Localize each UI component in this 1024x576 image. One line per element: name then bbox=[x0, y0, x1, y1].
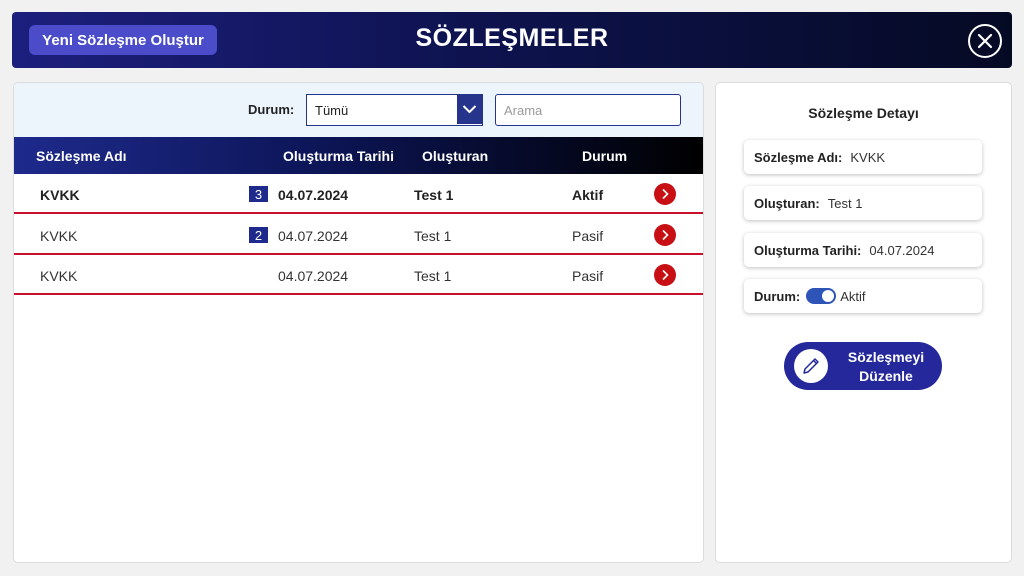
detail-creator-field: Oluşturan: Test 1 bbox=[744, 186, 982, 220]
row-status: Pasif bbox=[572, 228, 604, 244]
detail-creator-value: Test 1 bbox=[827, 195, 863, 211]
contracts-list-panel: Durum: Tümü Sözleşme Adı Oluşturma Tarih… bbox=[13, 82, 704, 563]
row-creator: Test 1 bbox=[414, 228, 452, 244]
row-date: 04.07.2024 bbox=[278, 268, 349, 284]
column-header-name: Sözleşme Adı bbox=[36, 148, 127, 164]
page-title: SÖZLEŞMELER bbox=[415, 24, 609, 52]
detail-date-value: 04.07.2024 bbox=[869, 242, 935, 258]
table-header: Sözleşme Adı Oluşturma Tarihi Oluşturan … bbox=[14, 137, 703, 174]
row-date: 04.07.2024 bbox=[278, 228, 349, 244]
column-header-status: Durum bbox=[582, 148, 628, 164]
column-header-creator: Oluşturan bbox=[422, 148, 489, 164]
chevron-down-icon bbox=[462, 105, 477, 114]
status-filter-dropdown[interactable]: Tümü bbox=[306, 94, 483, 126]
chevron-right-icon bbox=[662, 229, 669, 241]
contract-detail-panel: Sözleşme Detayı Sözleşme Adı: KVKK Oluşt… bbox=[715, 82, 1012, 563]
status-filter-value: Tümü bbox=[315, 103, 349, 118]
detail-date-field: Oluşturma Tarihi: 04.07.2024 bbox=[744, 233, 982, 267]
detail-status-label: Durum: bbox=[754, 288, 801, 304]
pencil-icon bbox=[803, 358, 819, 374]
edit-contract-button[interactable]: Sözleşmeyi Düzenle bbox=[784, 342, 942, 390]
table-row[interactable]: KVKK 04.07.2024 Test 1 Pasif bbox=[14, 255, 703, 295]
edit-button-label: Sözleşmeyi Düzenle bbox=[834, 348, 938, 386]
version-badge: 2 bbox=[249, 227, 268, 243]
detail-status-value: Aktif bbox=[840, 288, 866, 304]
detail-status-field: Durum: Aktif bbox=[744, 279, 982, 313]
filter-bar: Durum: Tümü bbox=[14, 83, 703, 137]
header-bar: Yeni Sözleşme Oluştur SÖZLEŞMELER bbox=[12, 12, 1012, 68]
row-open-button[interactable] bbox=[654, 183, 676, 205]
detail-name-field: Sözleşme Adı: KVKK bbox=[744, 140, 982, 174]
status-filter-label: Durum: bbox=[248, 102, 295, 117]
detail-creator-label: Oluşturan: bbox=[754, 195, 820, 211]
row-creator: Test 1 bbox=[414, 268, 452, 284]
row-name: KVKK bbox=[40, 268, 78, 284]
detail-name-value: KVKK bbox=[850, 149, 886, 165]
row-open-button[interactable] bbox=[654, 224, 676, 246]
row-name: KVKK bbox=[40, 187, 80, 203]
table-row[interactable]: KVKK 2 04.07.2024 Test 1 Pasif bbox=[14, 215, 703, 255]
table-row[interactable]: KVKK 3 04.07.2024 Test 1 Aktif bbox=[14, 174, 703, 214]
close-icon bbox=[977, 33, 993, 49]
version-badge: 3 bbox=[249, 186, 268, 202]
chevron-right-icon bbox=[662, 269, 669, 281]
row-date: 04.07.2024 bbox=[278, 187, 349, 203]
dropdown-toggle[interactable] bbox=[457, 95, 482, 124]
detail-title: Sözleşme Detayı bbox=[808, 105, 919, 121]
edit-button-label-line2: Düzenle bbox=[859, 368, 913, 384]
close-button[interactable] bbox=[968, 24, 1002, 58]
toggle-knob bbox=[822, 290, 835, 302]
detail-date-label: Oluşturma Tarihi: bbox=[754, 242, 862, 258]
status-toggle[interactable] bbox=[806, 288, 837, 304]
row-status: Aktif bbox=[572, 187, 604, 203]
row-status: Pasif bbox=[572, 268, 604, 284]
chevron-right-icon bbox=[662, 188, 669, 200]
edit-button-label-line1: Sözleşmeyi bbox=[847, 349, 925, 365]
row-name: KVKK bbox=[40, 228, 78, 244]
row-open-button[interactable] bbox=[654, 264, 676, 286]
row-creator: Test 1 bbox=[414, 187, 454, 203]
column-header-date: Oluşturma Tarihi bbox=[283, 148, 394, 164]
edit-icon-wrapper bbox=[794, 349, 828, 383]
search-input[interactable] bbox=[495, 94, 681, 126]
detail-name-label: Sözleşme Adı: bbox=[754, 149, 843, 165]
